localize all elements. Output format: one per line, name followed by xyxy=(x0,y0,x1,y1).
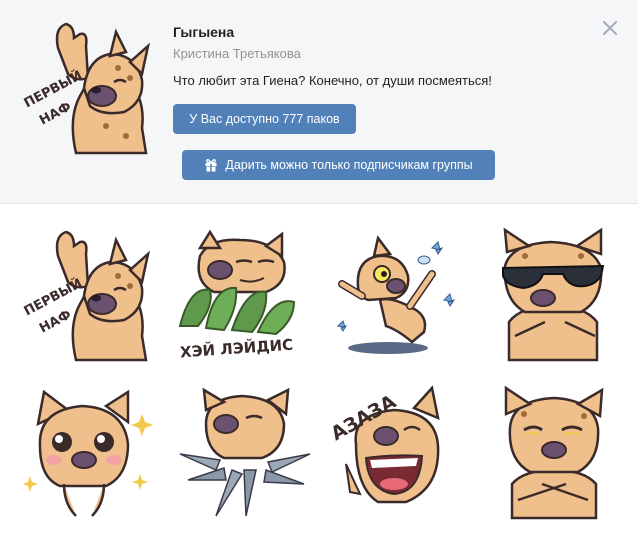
pack-header: ПЕРВЫЙ НАФ Гыгыена Кристина Третьякова Ч… xyxy=(0,0,638,204)
gift-label: Дарить можно только подписчикам группы xyxy=(225,158,473,172)
sticker-shouting[interactable] xyxy=(176,384,314,522)
sticker-hey-ladies[interactable]: ХЭЙ ЛЭЙДИС xyxy=(170,226,308,364)
gift-button[interactable]: Дарить можно только подписчикам группы xyxy=(182,150,495,180)
sticker-smug[interactable] xyxy=(484,384,622,522)
sticker-cute[interactable] xyxy=(24,384,162,522)
pack-author[interactable]: Кристина Третьякова xyxy=(173,46,301,61)
gift-icon xyxy=(205,159,217,172)
available-packs-label: У Вас доступно 777 паков xyxy=(189,112,340,126)
pack-description: Что любит эта Гиена? Конечно, от души по… xyxy=(173,73,492,88)
sticker-dancing[interactable] xyxy=(328,226,466,364)
sticker-sunglasses[interactable] xyxy=(485,226,623,364)
pack-title: Гыгыена xyxy=(173,24,235,40)
sticker-2-caption: ХЭЙ ЛЭЙДИС xyxy=(179,335,293,362)
sticker-pack-modal: ПЕРВЫЙ НАФ Гыгыена Кристина Третьякова Ч… xyxy=(0,0,638,539)
available-packs-button[interactable]: У Вас доступно 777 паков xyxy=(173,104,356,134)
pack-preview-sticker: ПЕРВЫЙ НАФ xyxy=(21,22,151,155)
sticker-azaza[interactable]: АЗАЗА xyxy=(326,384,464,522)
sticker-first-naf[interactable]: ПЕРВЫЙ НАФ xyxy=(18,226,156,364)
close-icon[interactable] xyxy=(600,18,620,38)
sticker-grid: ПЕРВЫЙ НАФ ХЭЙ ЛЭЙДИС АЗАЗА xyxy=(0,204,638,539)
